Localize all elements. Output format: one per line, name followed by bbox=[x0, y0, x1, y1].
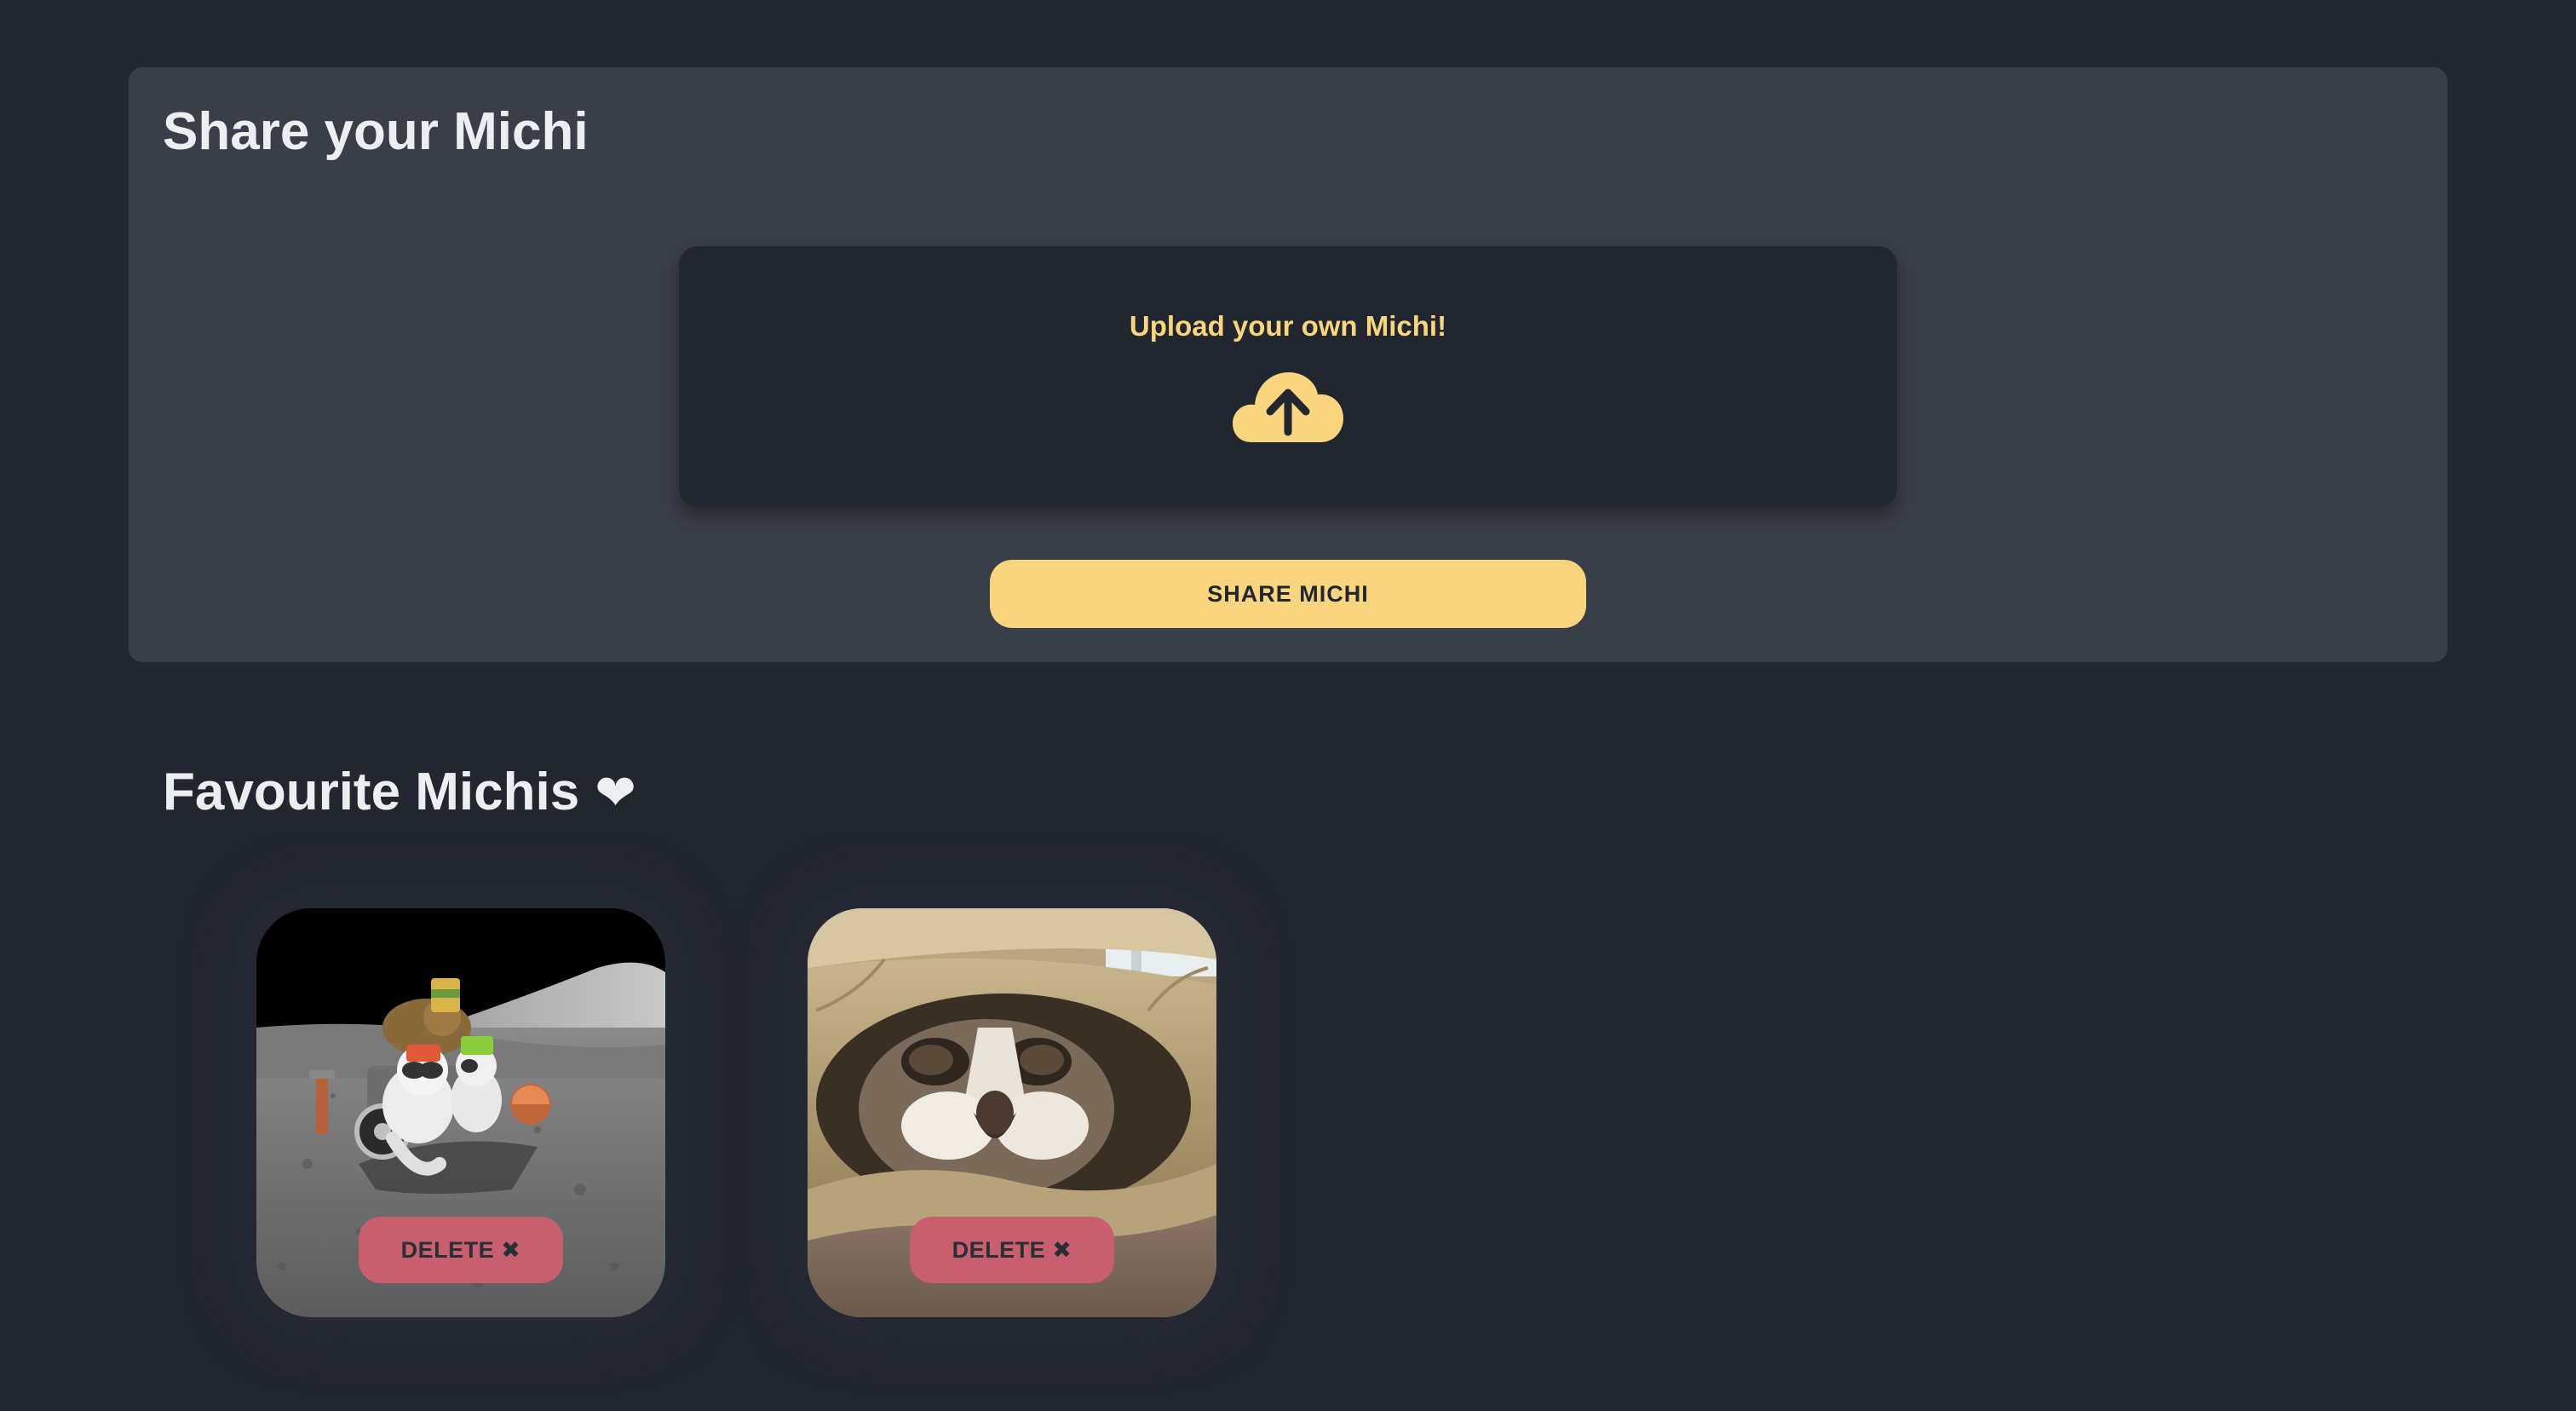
favourite-card: DELETE ✖ bbox=[256, 908, 665, 1317]
close-icon: ✖ bbox=[1052, 1236, 1072, 1264]
upload-label: Upload your own Michi! bbox=[1129, 310, 1447, 342]
delete-button[interactable]: DELETE ✖ bbox=[359, 1217, 563, 1283]
upload-dropzone[interactable]: Upload your own Michi! bbox=[679, 246, 1897, 507]
favourite-card: DELETE ✖ bbox=[808, 908, 1216, 1317]
delete-label: DELETE bbox=[400, 1236, 495, 1263]
share-title: Share your Michi bbox=[163, 102, 589, 161]
heart-icon: ❤ bbox=[595, 763, 636, 821]
share-michi-button[interactable]: SHARE MICHI bbox=[990, 560, 1586, 628]
delete-label: DELETE bbox=[952, 1236, 1046, 1263]
close-icon: ✖ bbox=[501, 1236, 521, 1264]
cloud-upload-icon[interactable] bbox=[1233, 362, 1343, 444]
delete-button[interactable]: DELETE ✖ bbox=[910, 1217, 1114, 1283]
favourites-title: Favourite Michis ❤ bbox=[163, 758, 636, 826]
favourites-title-text: Favourite Michis bbox=[163, 763, 580, 821]
share-section: Share your Michi Upload your own Michi! … bbox=[129, 67, 2447, 662]
